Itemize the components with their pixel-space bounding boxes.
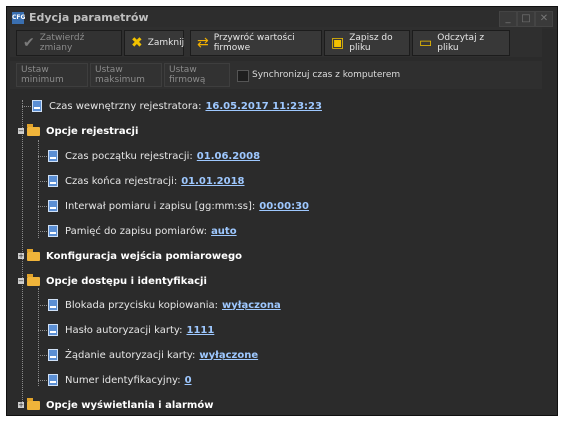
monitor-icon: ▭	[419, 35, 433, 51]
confirm-changes-label: Zatwierdź zmiany	[39, 33, 85, 53]
read-from-file-button[interactable]: ▭ Odczytaj z pliku	[412, 30, 510, 56]
app-icon: CFG	[12, 12, 25, 24]
id-number-value[interactable]: 0	[185, 375, 192, 386]
tree-group-access[interactable]: − Opcje dostępu i identyfikacji	[18, 272, 207, 290]
tree-group-input-config[interactable]: + Konfiguracja wejścia pomiarowego	[18, 247, 242, 265]
interval-label: Interwał pomiaru i zapisu [gg:mm:ss]:	[65, 200, 256, 212]
save-to-file-button[interactable]: ▣ Zapisz do pliku	[324, 30, 410, 56]
close-label: Zamknij	[147, 38, 185, 48]
refresh-icon: ⇄	[197, 35, 209, 51]
tree-line	[38, 206, 47, 207]
memory-label: Pamięć do zapisu pomiarów:	[65, 225, 208, 237]
display-group-label: Opcje wyświetlania i alarmów	[46, 399, 214, 411]
tree-item-card-auth[interactable]: Żądanie autoryzacji karty: wyłączone	[48, 346, 258, 364]
card-auth-label: Żądanie autoryzacji karty:	[65, 349, 196, 361]
id-number-label: Numer identyfikacyjny:	[65, 374, 181, 386]
folder-icon	[27, 397, 40, 410]
expand-icon[interactable]: +	[18, 253, 24, 260]
minimize-button[interactable]: _	[499, 11, 517, 27]
tree-item-interval[interactable]: Interwał pomiaru i zapisu [gg:mm:ss]: 00…	[48, 197, 309, 215]
sync-time-label: Synchronizuj czas z komputerem	[252, 70, 401, 80]
tree-item-memory[interactable]: Pamięć do zapisu pomiarów: auto	[48, 222, 237, 240]
set-maximum-button[interactable]: Ustaw maksimum	[90, 63, 162, 87]
tree-line	[38, 305, 47, 306]
floppy-icon: ▣	[331, 35, 345, 51]
save-to-file-label: Zapisz do pliku	[349, 33, 393, 53]
card-password-value[interactable]: 1111	[186, 325, 214, 336]
confirm-changes-button[interactable]: ✔ Zatwierdź zmiany	[16, 30, 122, 56]
input-config-group-label: Konfiguracja wejścia pomiarowego	[46, 250, 242, 262]
document-icon	[48, 175, 58, 187]
tree-item-start-time[interactable]: Czas początku rejestracji: 01.06.2008	[48, 147, 260, 165]
end-time-label: Czas końca rejestracji:	[65, 175, 178, 187]
tree-item-internal-time[interactable]: Czas wewnętrzny rejestratora: 16.05.2017…	[32, 97, 322, 115]
document-icon	[48, 324, 58, 336]
folder-icon	[27, 248, 40, 261]
document-icon	[48, 299, 58, 311]
access-group-label: Opcje dostępu i identyfikacji	[46, 275, 207, 287]
expand-icon[interactable]: +	[18, 402, 24, 409]
document-icon	[48, 225, 58, 237]
collapse-icon[interactable]: −	[18, 278, 24, 285]
tree-line	[38, 231, 47, 232]
tree-item-id-number[interactable]: Numer identyfikacyjny: 0	[48, 371, 192, 389]
tree-line	[38, 330, 47, 331]
tree-line	[38, 181, 47, 182]
tree-line	[38, 288, 39, 386]
tree-line	[38, 380, 47, 381]
close-window-button[interactable]: ✕	[535, 11, 553, 27]
tree-group-registration[interactable]: − Opcje rejestracji	[18, 122, 138, 140]
document-icon	[48, 200, 58, 212]
end-time-value[interactable]: 01.01.2018	[181, 176, 244, 187]
document-icon	[48, 349, 58, 361]
title-bar[interactable]: CFG Edycja parametrów _ □ ✕	[7, 7, 557, 29]
registration-group-label: Opcje rejestracji	[46, 125, 139, 137]
set-minimum-button[interactable]: Ustaw minimum	[16, 63, 88, 87]
folder-icon	[27, 123, 40, 136]
internal-time-label: Czas wewnętrzny rejestratora:	[49, 100, 202, 112]
document-icon	[48, 374, 58, 386]
tree-item-end-time[interactable]: Czas końca rejestracji: 01.01.2018	[48, 172, 244, 190]
card-auth-value[interactable]: wyłączone	[199, 350, 258, 361]
document-icon	[32, 100, 42, 112]
close-x-icon: ✖	[131, 35, 143, 51]
tree-line	[38, 156, 47, 157]
tree-group-display[interactable]: + Opcje wyświetlania i alarmów	[18, 396, 213, 414]
document-icon	[48, 150, 58, 162]
copy-lock-label: Blokada przycisku kopiowania:	[65, 299, 218, 311]
set-factory-button[interactable]: Ustaw firmową	[164, 63, 230, 87]
tree-item-copy-lock[interactable]: Blokada przycisku kopiowania: wyłączona	[48, 296, 281, 314]
tree-item-card-password[interactable]: Hasło autoryzacji karty: 1111	[48, 321, 214, 339]
collapse-icon[interactable]: −	[18, 128, 24, 135]
internal-time-value[interactable]: 16.05.2017 11:23:23	[205, 101, 322, 112]
copy-lock-value[interactable]: wyłączona	[222, 300, 281, 311]
restore-factory-label: Przywróć wartości firmowe	[213, 33, 295, 53]
restore-factory-button[interactable]: ⇄ Przywróć wartości firmowe	[190, 30, 322, 56]
maximize-button[interactable]: □	[517, 11, 535, 27]
tree-line	[38, 355, 47, 356]
close-button[interactable]: ✖ Zamknij	[124, 30, 184, 56]
card-password-label: Hasło autoryzacji karty:	[65, 324, 183, 336]
interval-value[interactable]: 00:00:30	[259, 201, 309, 212]
tree-line	[38, 140, 39, 238]
sync-time-checkbox[interactable]	[237, 70, 249, 82]
start-time-label: Czas początku rejestracji:	[65, 150, 193, 162]
memory-value[interactable]: auto	[211, 226, 237, 237]
start-time-value[interactable]: 01.06.2008	[197, 151, 260, 162]
folder-icon	[27, 273, 40, 286]
checkmark-icon: ✔	[23, 35, 35, 51]
tree-line	[22, 106, 31, 107]
window-title: Edycja parametrów	[29, 11, 149, 24]
read-from-file-label: Odczytaj z pliku	[437, 33, 485, 53]
